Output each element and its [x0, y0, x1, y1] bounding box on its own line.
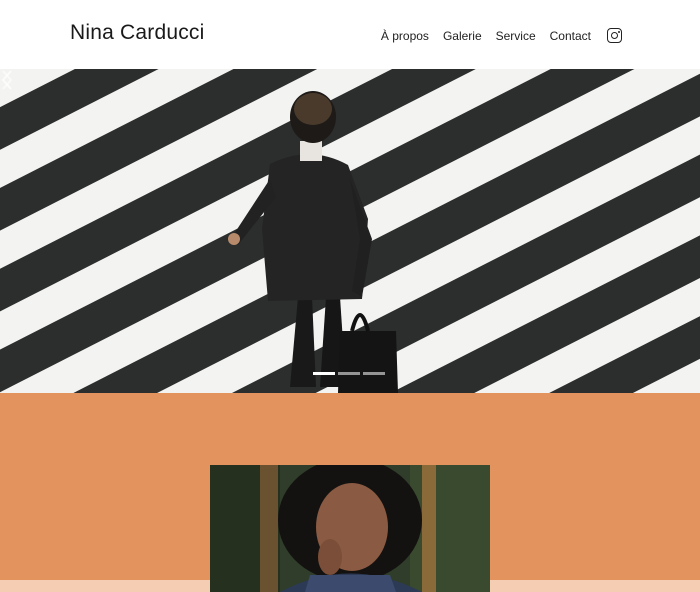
- hero-image: [0, 69, 700, 393]
- nav-link-galerie[interactable]: Galerie: [443, 29, 482, 43]
- nav-link-a-propos[interactable]: À propos: [381, 29, 429, 43]
- carousel-indicator-2[interactable]: [338, 372, 360, 375]
- carousel-indicators: [313, 372, 385, 375]
- carousel-indicator-1[interactable]: [313, 372, 335, 375]
- hero-carousel: [0, 69, 700, 393]
- carousel-indicator-3[interactable]: [363, 372, 385, 375]
- instagram-icon[interactable]: [607, 28, 622, 43]
- nav-link-contact[interactable]: Contact: [550, 29, 591, 43]
- nav-link-service[interactable]: Service: [496, 29, 536, 43]
- site-header: Nina Carducci À propos Galerie Service C…: [0, 0, 700, 69]
- main-nav: À propos Galerie Service Contact: [381, 28, 622, 43]
- brand-name[interactable]: Nina Carducci: [70, 21, 205, 45]
- chevron-right-icon[interactable]: [0, 69, 14, 91]
- portrait-image: [210, 465, 490, 592]
- about-section: [0, 393, 700, 592]
